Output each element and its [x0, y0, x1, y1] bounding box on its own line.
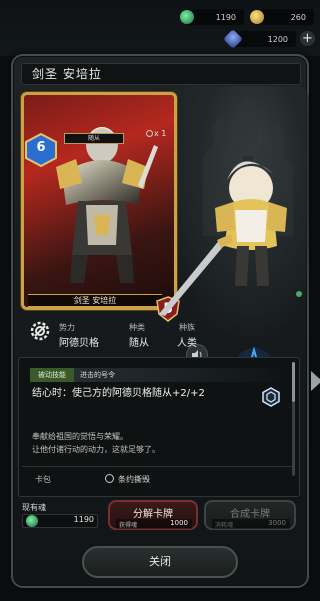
tickets-counter: 1200 [223, 29, 296, 49]
flavor-line-2: 让他付诸行动的动力，这就足够了。 [32, 445, 160, 454]
add-currency-button[interactable]: + [300, 31, 315, 46]
chibi-model[interactable] [151, 146, 309, 316]
craft-cost: 消耗魂 3000 [212, 519, 290, 529]
gem-icon [180, 10, 194, 24]
knight-illustration [56, 127, 158, 283]
currency-bar: 1190 260 1200 + [0, 0, 320, 56]
skill-name: 进击的号令 [80, 371, 115, 379]
disenchant-reward: 获得魂 1000 [116, 519, 192, 529]
craft-label: 合成卡牌 [230, 509, 270, 520]
scrollbar-thumb[interactable] [292, 362, 295, 402]
race-label: 种族 [179, 323, 195, 332]
owned-label: 现有魂 [22, 503, 46, 512]
gems-value: 1190 [215, 12, 236, 22]
faction-label: 势力 [59, 323, 75, 332]
gold-coin-icon [250, 10, 264, 24]
craft-cost-label: 消耗魂 [215, 522, 234, 529]
gem-icon [26, 515, 38, 527]
disenchant-reward-label: 获得魂 [119, 522, 138, 529]
type-value: 随从 [129, 338, 149, 349]
disenchant-label: 分解卡牌 [133, 509, 173, 520]
card-count: x 1 [154, 129, 167, 138]
race-value: 人类 [177, 338, 197, 349]
card-cost: 6 [36, 140, 46, 155]
owned-value: 1190 [73, 515, 94, 524]
gold-value: 260 [290, 12, 306, 22]
divider [22, 466, 292, 467]
gems-counter: 1190 [180, 9, 244, 25]
flavor-text: 奉献给祖国的觉悟与荣耀。 让他付诸行动的动力，这就足够了。 [32, 430, 160, 456]
skill-effect-text: 结心时：使己方的阿德贝格随从+2/+2 [32, 388, 205, 399]
skill-type-tag: 被动技能 [30, 368, 74, 382]
disenchant-button[interactable]: 分解卡牌 获得魂 1000 [108, 500, 198, 530]
arrow-right-icon[interactable] [309, 370, 320, 392]
card-rank-label: 随从 [64, 133, 124, 144]
craft-button[interactable]: 合成卡牌 消耗魂 3000 [204, 500, 296, 530]
hexagon-icon [262, 387, 280, 407]
craft-cost-value: 3000 [268, 519, 286, 527]
pack-value: 条约撕毁 [118, 475, 150, 484]
tickets-value: 1200 [267, 34, 288, 44]
info-icon [146, 130, 153, 137]
flavor-line-1: 奉献给祖国的觉悟与荣耀。 [32, 432, 128, 441]
type-label: 种类 [129, 323, 145, 332]
disenchant-reward-value: 1000 [170, 519, 188, 527]
gold-counter: 260 [250, 9, 314, 25]
faction-value: 阿德贝格 [59, 338, 99, 349]
card-title-bar: 剑圣 安培拉 [21, 63, 301, 85]
pack-icon [105, 474, 114, 483]
faction-gear-icon [30, 321, 50, 341]
pack-label: 卡包 [35, 475, 51, 484]
card-name-plate: 剑圣 安培拉 [28, 294, 162, 307]
ticket-icon [223, 29, 243, 49]
close-button[interactable]: 关闭 [82, 546, 238, 578]
